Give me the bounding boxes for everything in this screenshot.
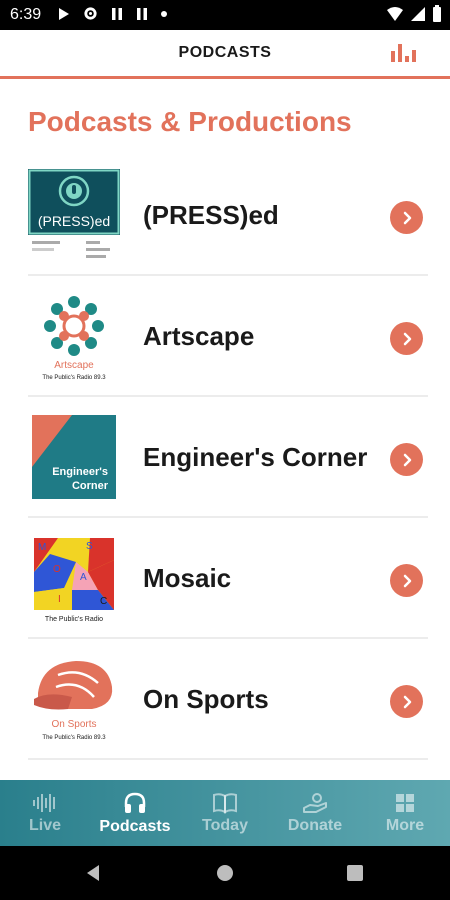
podcast-item-artscape[interactable]: Artscape The Public's Radio 89.3 Artscap… [0, 276, 450, 397]
app-header: PODCASTS [0, 30, 450, 76]
status-notification-icons [58, 6, 167, 21]
mosaic-letter-s: S [86, 541, 93, 552]
section-title: Podcasts & Productions [28, 106, 352, 137]
nav-today-label: Today [202, 816, 248, 834]
artscape-art-subtext: The Public's Radio 89.3 [42, 375, 106, 381]
row-divider [28, 758, 428, 760]
open-podcast-button[interactable] [390, 201, 423, 234]
battery-icon [433, 5, 441, 22]
chevron-right-icon [403, 332, 411, 345]
podcast-title: Artscape [143, 321, 255, 351]
wifi-icon [387, 6, 403, 21]
system-nav-bar [0, 846, 450, 900]
book-icon [213, 792, 237, 814]
podcast-item-engineers-corner[interactable]: Engineer's Corner Engineer's Corner [0, 397, 450, 518]
podcast-item-mosaic[interactable]: M S O A I C The Public's Radio Mosaic [0, 518, 450, 639]
pause-icon [112, 7, 122, 20]
artscape-artwork: Artscape The Public's Radio 89.3 [42, 296, 106, 381]
nav-donate-label: Donate [287, 816, 343, 834]
back-icon[interactable] [84, 864, 102, 882]
open-podcast-button[interactable] [390, 322, 423, 355]
on-sports-artwork: On Sports The Public's Radio 89.3 [34, 661, 113, 741]
signal-icon [411, 6, 425, 21]
artscape-art-text: Artscape [54, 360, 94, 371]
chevron-right-icon [403, 211, 411, 224]
mosaic-letter-i: I [58, 594, 61, 605]
mosaic-art-subtext: The Public's Radio [45, 616, 103, 623]
on-sports-art-text: On Sports [51, 719, 96, 730]
chevron-right-icon [403, 453, 411, 466]
status-system-icons [386, 5, 442, 22]
engineers-corner-art-text-1: Engineer's [52, 466, 108, 478]
mosaic-letter-m: M [38, 542, 46, 553]
pressed-art-text: (PRESS)ed [38, 213, 110, 229]
podcast-title: (PRESS)ed [143, 200, 279, 230]
donate-hand-icon [303, 792, 327, 813]
waveform-icon [33, 793, 55, 812]
mosaic-letter-a: A [80, 572, 87, 583]
settings-icon [84, 7, 97, 20]
nav-more[interactable]: More [360, 780, 450, 846]
podcast-item-on-sports[interactable]: On Sports The Public's Radio 89.3 On Spo… [0, 639, 450, 760]
chevron-right-icon [403, 574, 411, 587]
nav-podcasts-label: Podcasts [99, 817, 171, 835]
nav-donate[interactable]: Donate [270, 780, 360, 846]
pause-icon-2 [137, 7, 147, 20]
mosaic-artwork: M S O A I C The Public's Radio [34, 538, 114, 623]
nav-podcasts[interactable]: Podcasts [90, 780, 180, 846]
podcast-item-pressed[interactable]: (PRESS)ed (PRESS)ed [0, 155, 450, 276]
status-time: 6:39 [10, 6, 42, 23]
headphones-icon [124, 792, 146, 813]
open-podcast-button[interactable] [390, 685, 423, 718]
recents-icon[interactable] [346, 864, 364, 882]
nav-live-label: Live [28, 816, 61, 834]
header-divider [0, 76, 450, 79]
podcast-title: Engineer's Corner [143, 442, 368, 472]
status-bar: 6:39 [0, 0, 450, 30]
on-sports-art-subtext: The Public's Radio 89.3 [42, 735, 106, 741]
open-podcast-button[interactable] [390, 443, 423, 476]
engineers-corner-artwork: Engineer's Corner [32, 415, 116, 499]
home-icon[interactable] [216, 864, 234, 882]
now-playing-icon[interactable] [390, 42, 422, 62]
podcast-list: (PRESS)ed (PRESS)ed Artscape The Public'… [0, 155, 450, 760]
page-title: PODCASTS [178, 44, 272, 61]
pressed-artwork: (PRESS)ed [28, 169, 120, 258]
mosaic-letter-c: C [100, 596, 107, 607]
grid-icon [396, 793, 414, 812]
mosaic-letter-o: O [53, 564, 61, 575]
nav-live[interactable]: Live [0, 780, 90, 846]
podcast-title: On Sports [143, 684, 269, 714]
dot-icon [161, 10, 167, 17]
bottom-nav: Live Podcasts Today Donate More [0, 780, 450, 846]
open-podcast-button[interactable] [390, 564, 423, 597]
nav-more-label: More [385, 816, 425, 834]
play-icon [59, 7, 69, 20]
chevron-right-icon [403, 695, 411, 708]
podcast-title: Mosaic [143, 563, 232, 593]
engineers-corner-art-text-2: Corner [72, 480, 109, 492]
nav-today[interactable]: Today [180, 780, 270, 846]
